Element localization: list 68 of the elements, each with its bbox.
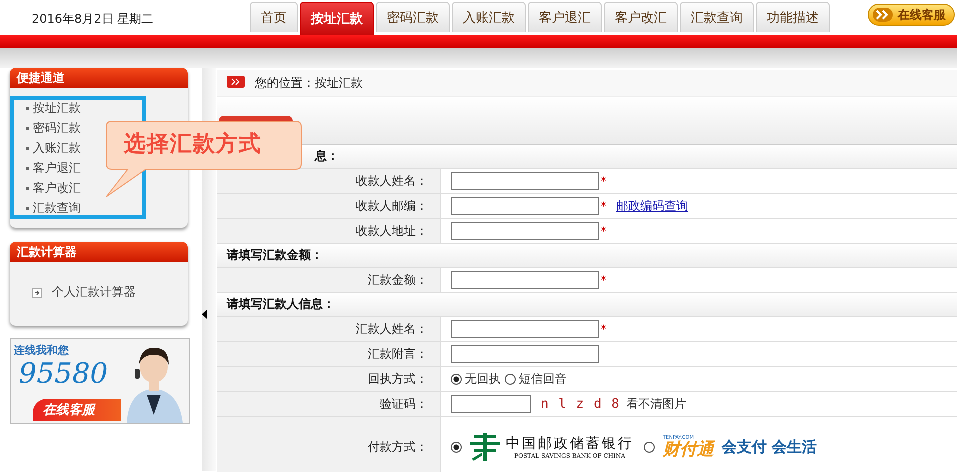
postcode-lookup-link[interactable]: 邮政编码查询 [616,198,688,214]
required-mark: * [601,225,606,238]
quick-link[interactable]: 入账汇款 [33,140,81,156]
collapse-icon[interactable] [202,310,207,319]
nav-tab[interactable]: 客户改汇 [604,2,678,32]
bullet-icon [26,146,29,150]
field-label: 收款人邮编： [356,198,428,214]
field-label: 收款人地址： [356,222,428,240]
input-field[interactable] [451,345,599,363]
required-mark: * [601,175,606,188]
input-field[interactable] [451,172,599,190]
radio-button[interactable] [505,374,516,384]
field-label: 收款人姓名： [356,172,428,190]
captcha-field[interactable] [451,395,531,413]
captcha-image: n l z d 8 [541,396,620,412]
calculator-link[interactable]: 个人汇款计算器 [52,284,136,301]
input-field[interactable] [451,197,599,215]
refresh-captcha-link[interactable]: 看不清图片 [626,396,686,412]
panel-title: 汇款计算器 [10,242,188,262]
chevron-icon [873,8,893,22]
bullet-icon [26,166,29,170]
required-mark: * [601,200,606,213]
bank-name: 中国邮政储蓄银行 [506,434,634,452]
quick-link[interactable]: 客户改汇 [33,180,81,196]
online-service-button[interactable]: 在线客服 [33,399,121,421]
input-field[interactable] [451,222,599,240]
required-mark: * [601,274,606,287]
bullet-icon [26,186,29,190]
date-text: 2016年8月2日 星期二 [32,11,154,28]
bullet-icon [26,106,29,110]
field-label: 付款方式： [368,438,428,456]
banner-caption: 连线我和您 [14,343,69,358]
quick-link[interactable]: 汇款查询 [33,200,81,216]
phone-number: 95580 [19,357,108,390]
bullet-icon [26,206,29,210]
chevron-icon [227,76,245,90]
nav-tab[interactable]: 客户退汇 [528,2,602,32]
nav-tab[interactable]: 按址汇款 [300,2,374,35]
field-label: 回执方式： [368,370,428,388]
radio-label: 短信回音 [519,370,567,388]
required-mark: * [601,323,606,336]
nav-tab[interactable]: 功能描述 [756,2,830,32]
bullet-icon [26,126,29,130]
field-label: 汇款人姓名： [356,320,428,338]
input-field[interactable] [451,320,599,338]
radio-button[interactable] [644,442,655,452]
field-label: 验证码： [380,396,428,412]
quick-link[interactable]: 按址汇款 [33,100,81,116]
slogan-text: 会支付 会生活 [722,438,818,456]
quick-link[interactable]: 密码汇款 [33,120,81,136]
nav-tab[interactable]: 密码汇款 [376,2,450,32]
nav-tab[interactable]: 入账汇款 [452,2,526,32]
breadcrumb-text: 您的位置：按址汇款 [255,74,363,92]
panel-title: 便捷通道 [10,68,188,88]
nav-tab[interactable]: 首页 [250,2,298,32]
online-service-button[interactable]: 在线客服 [868,4,955,26]
radio-label: 无回执 [465,370,501,388]
hotline-banner[interactable]: 连线我和您 95580 在线客服 [10,338,190,424]
field-label: 汇款附言： [368,346,428,362]
bank-logo-icon [470,433,500,461]
quick-link[interactable]: 客户退汇 [33,160,81,176]
nav-tab[interactable]: 汇款查询 [680,2,754,32]
input-field[interactable] [451,271,599,289]
radio-button[interactable] [451,442,462,452]
field-label: 汇款金额： [368,272,428,288]
tenpay-logo: 财付通 [663,441,714,459]
arrow-icon [32,288,42,298]
radio-button[interactable] [451,374,462,384]
